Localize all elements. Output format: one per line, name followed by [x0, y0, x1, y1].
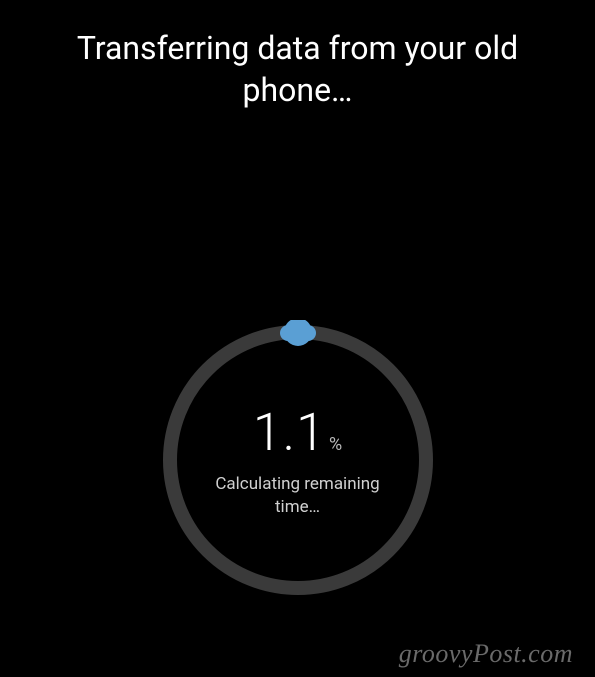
progress-content: 1.1 % Calculating remaining time… — [158, 320, 438, 600]
page-title: Transferring data from your old phone… — [0, 0, 595, 111]
watermark-text: groovyPost.com — [399, 639, 573, 669]
progress-unit: % — [329, 434, 342, 455]
progress-percentage: 1.1 — [253, 402, 326, 463]
progress-status-text: Calculating remaining time… — [158, 473, 438, 519]
progress-value-wrapper: 1.1 % — [253, 402, 342, 463]
progress-ring-container: 1.1 % Calculating remaining time… — [158, 320, 438, 600]
